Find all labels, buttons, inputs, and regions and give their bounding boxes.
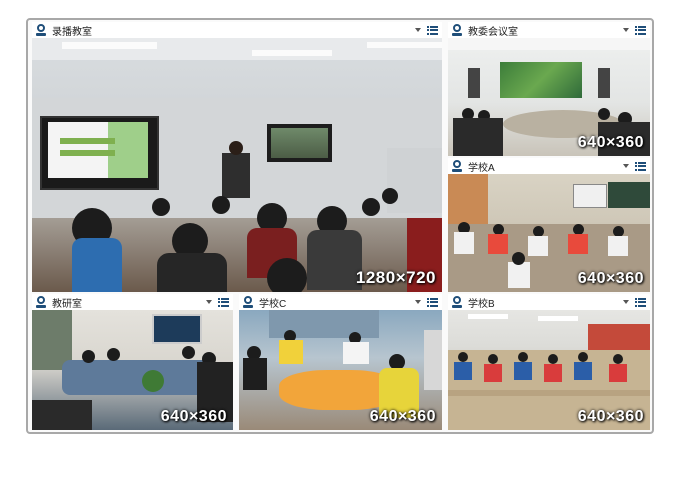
video-feed: 1280×720	[32, 38, 442, 292]
video-pane-school-c[interactable]: 学校C 640×360	[239, 294, 442, 430]
chevron-down-icon[interactable]	[623, 28, 629, 32]
pane-titlebar: 录播教室	[32, 22, 442, 38]
webcam-icon	[451, 24, 463, 36]
pane-title: 学校A	[468, 162, 495, 174]
pane-titlebar: 学校B	[448, 294, 650, 310]
list-icon[interactable]	[635, 25, 646, 35]
list-icon[interactable]	[218, 297, 229, 307]
pane-titlebar: 教委会议室	[448, 22, 650, 38]
pane-titlebar: 教研室	[32, 294, 233, 310]
video-pane-conference[interactable]: 教委会议室 640×360	[448, 22, 650, 156]
chevron-down-icon[interactable]	[206, 300, 212, 304]
list-icon[interactable]	[427, 25, 438, 35]
chevron-down-icon[interactable]	[415, 300, 421, 304]
resolution-label: 640×360	[577, 408, 644, 425]
pane-title: 学校C	[259, 298, 287, 310]
chevron-down-icon[interactable]	[623, 300, 629, 304]
video-feed: 640×360	[32, 310, 233, 430]
pane-title: 录播教室	[52, 26, 92, 38]
video-feed: 640×360	[448, 310, 650, 430]
list-icon[interactable]	[427, 297, 438, 307]
resolution-label: 640×360	[577, 270, 644, 287]
video-pane-school-a[interactable]: 学校A 640×360	[448, 158, 650, 292]
pane-titlebar: 学校C	[239, 294, 442, 310]
video-wall: 录播教室 1280×720 教委会议室 640×360 学校A 640×360 …	[26, 18, 654, 434]
pane-title: 教委会议室	[468, 26, 518, 38]
webcam-icon	[451, 296, 463, 308]
pane-title: 学校B	[468, 298, 495, 310]
video-feed: 640×360	[239, 310, 442, 430]
resolution-label: 640×360	[369, 408, 436, 425]
resolution-label: 640×360	[577, 134, 644, 151]
webcam-icon	[451, 160, 463, 172]
webcam-icon	[35, 24, 47, 36]
webcam-icon	[35, 296, 47, 308]
chevron-down-icon[interactable]	[415, 28, 421, 32]
video-feed: 640×360	[448, 174, 650, 292]
chevron-down-icon[interactable]	[623, 164, 629, 168]
video-pane-main[interactable]: 录播教室 1280×720	[32, 22, 442, 292]
webcam-icon	[242, 296, 254, 308]
pane-titlebar: 学校A	[448, 158, 650, 174]
video-feed: 640×360	[448, 38, 650, 156]
resolution-label: 1280×720	[355, 268, 436, 287]
pane-title: 教研室	[52, 298, 82, 310]
resolution-label: 640×360	[160, 408, 227, 425]
video-pane-research-room[interactable]: 教研室 640×360	[32, 294, 233, 430]
video-pane-school-b[interactable]: 学校B 640×360	[448, 294, 650, 430]
list-icon[interactable]	[635, 161, 646, 171]
list-icon[interactable]	[635, 297, 646, 307]
